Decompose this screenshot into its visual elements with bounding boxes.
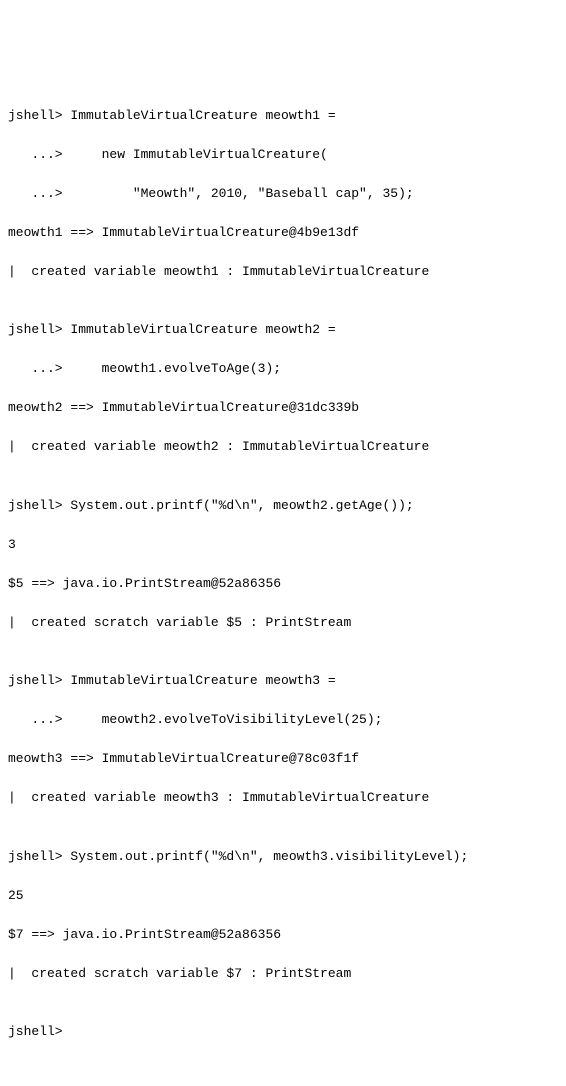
output-line: $5 ==> java.io.PrintStream@52a86356 <box>8 574 558 594</box>
output-line: jshell> System.out.printf("%d\n", meowth… <box>8 847 558 867</box>
output-line: 3 <box>8 535 558 555</box>
jshell-terminal[interactable]: jshell> ImmutableVirtualCreature meowth1… <box>8 86 558 1061</box>
output-line: | created scratch variable $5 : PrintStr… <box>8 613 558 633</box>
output-line: ...> meowth2.evolveToVisibilityLevel(25)… <box>8 710 558 730</box>
output-line: meowth2 ==> ImmutableVirtualCreature@31d… <box>8 398 558 418</box>
output-line: | created variable meowth3 : ImmutableVi… <box>8 788 558 808</box>
output-line: 25 <box>8 886 558 906</box>
output-line: ...> new ImmutableVirtualCreature( <box>8 145 558 165</box>
prompt-line[interactable]: jshell> <box>8 1022 558 1042</box>
output-line: jshell> ImmutableVirtualCreature meowth3… <box>8 671 558 691</box>
output-line: jshell> ImmutableVirtualCreature meowth1… <box>8 106 558 126</box>
output-line: meowth1 ==> ImmutableVirtualCreature@4b9… <box>8 223 558 243</box>
output-line: | created variable meowth2 : ImmutableVi… <box>8 437 558 457</box>
output-line: meowth3 ==> ImmutableVirtualCreature@78c… <box>8 749 558 769</box>
output-line: ...> meowth1.evolveToAge(3); <box>8 359 558 379</box>
output-line: | created scratch variable $7 : PrintStr… <box>8 964 558 984</box>
output-line: jshell> System.out.printf("%d\n", meowth… <box>8 496 558 516</box>
output-line: jshell> ImmutableVirtualCreature meowth2… <box>8 320 558 340</box>
output-line: | created variable meowth1 : ImmutableVi… <box>8 262 558 282</box>
output-line: $7 ==> java.io.PrintStream@52a86356 <box>8 925 558 945</box>
output-line: ...> "Meowth", 2010, "Baseball cap", 35)… <box>8 184 558 204</box>
